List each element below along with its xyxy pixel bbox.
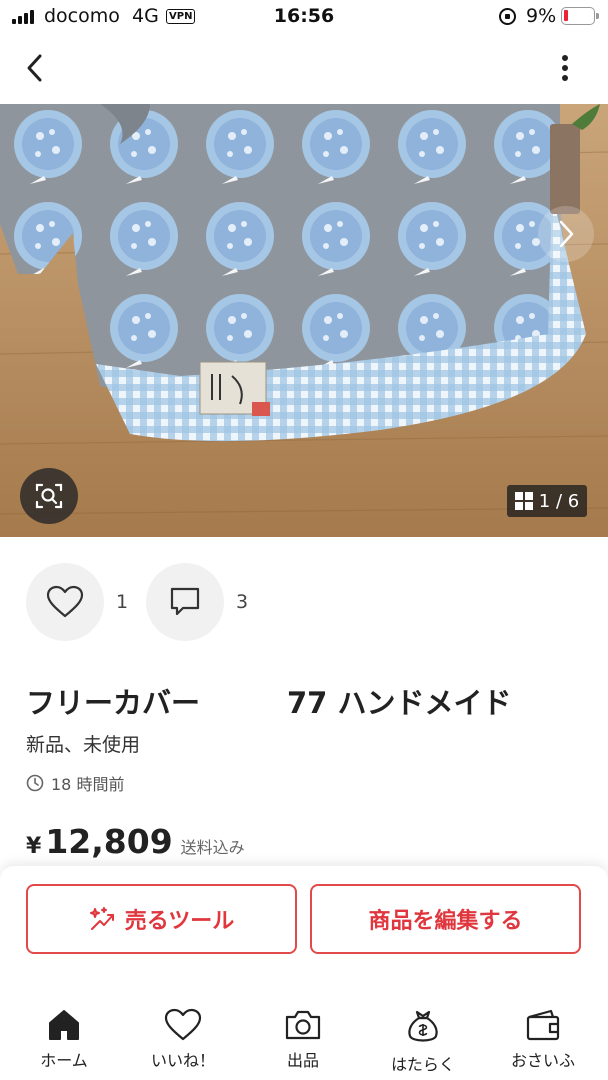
camera-icon	[285, 1010, 321, 1040]
grid-icon	[514, 492, 533, 510]
item-condition: 新品、未使用	[26, 734, 141, 756]
rotation-lock-icon	[499, 8, 516, 25]
money-bag-icon	[408, 1010, 438, 1042]
product-photo[interactable]	[0, 104, 608, 537]
zoom-scan-icon	[35, 483, 63, 509]
heart-icon	[46, 585, 84, 618]
heart-icon	[164, 1008, 202, 1041]
edit-item-label: 商品を編集する	[368, 909, 523, 934]
like-count: 1	[116, 591, 129, 613]
more-options-button[interactable]	[548, 50, 582, 86]
posted-time: 18 時間前	[26, 771, 124, 795]
clock-icon	[26, 774, 44, 792]
like-button[interactable]	[26, 563, 104, 641]
tab-sell[interactable]: 出品	[243, 1000, 363, 1080]
battery-icon	[561, 7, 599, 25]
sell-tool-label: 売るツール	[124, 909, 235, 934]
price-row: ¥ 12,809 送料込み	[26, 822, 245, 861]
comment-button[interactable]	[146, 563, 224, 641]
image-counter: 1 / 6	[507, 485, 587, 517]
tab-work[interactable]: はたらく	[363, 1000, 483, 1080]
tab-bar: ホーム いいね！ 出品 はたらく おさいふ	[0, 1000, 608, 1080]
item-price: 12,809	[45, 822, 173, 861]
sparkle-arrow-icon	[89, 907, 114, 930]
tab-home[interactable]: ホーム	[4, 1000, 124, 1080]
zoom-button[interactable]	[20, 468, 78, 524]
tab-wallet[interactable]: おさいふ	[483, 1000, 603, 1080]
product-image	[0, 104, 608, 537]
image-counter-text: 1 / 6	[538, 490, 580, 512]
status-bar: docomo 4G VPN 16:56 9%	[0, 0, 608, 34]
action-sheet: 売るツール 商品を編集する ホーム いいね！ 出品 はたらく おさいふ	[0, 866, 608, 1080]
shipping-note: 送料込み	[180, 838, 245, 857]
chevron-right-icon	[559, 220, 574, 248]
chevron-left-icon	[27, 54, 42, 82]
sell-tool-button[interactable]: 売るツール	[26, 884, 297, 954]
tab-likes[interactable]: いいね！	[123, 1000, 243, 1080]
item-title: フリーカバー 77 ハンドメイド	[26, 686, 512, 720]
wallet-icon	[526, 1009, 560, 1041]
more-vertical-icon	[562, 55, 568, 81]
currency-symbol: ¥	[26, 834, 42, 859]
status-time: 16:56	[273, 5, 335, 27]
back-button[interactable]	[18, 50, 54, 86]
edit-item-button[interactable]: 商品を編集する	[310, 884, 581, 954]
next-image-button[interactable]	[538, 206, 594, 262]
comment-count: 3	[236, 591, 249, 613]
battery-percent: 9%	[526, 5, 557, 27]
posted-time-text: 18 時間前	[51, 775, 125, 794]
home-icon	[49, 1010, 79, 1040]
comment-icon	[170, 587, 200, 616]
